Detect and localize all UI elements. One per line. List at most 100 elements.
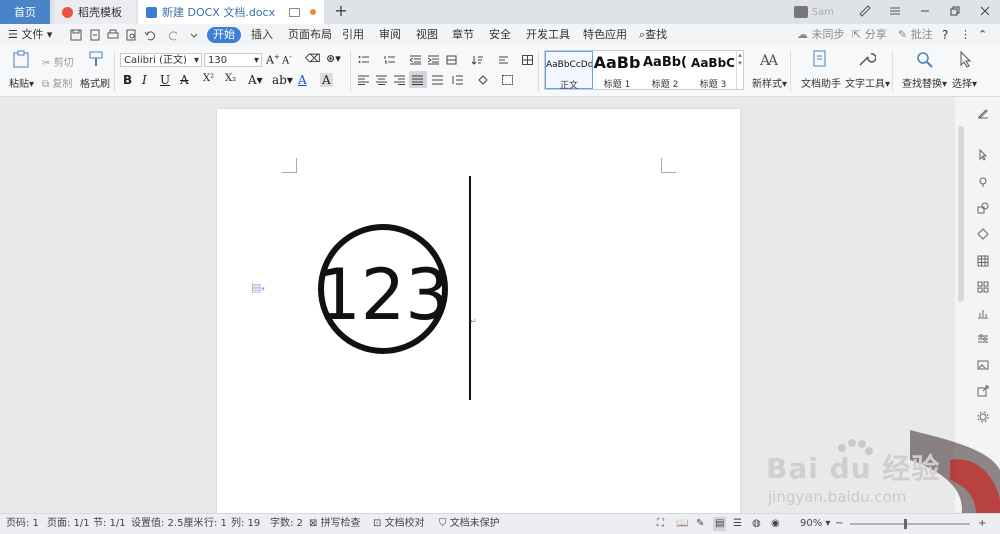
reading-mode-icon[interactable]: 📖	[676, 517, 688, 531]
find-replace-icon[interactable]	[914, 50, 934, 68]
copy-button[interactable]: ⧉ 复制	[42, 75, 72, 90]
user-name[interactable]: Sam	[812, 7, 834, 18]
text-tools-button[interactable]: 文字工具▾	[845, 75, 890, 90]
paragraph-handle-icon[interactable]: ▤▾	[251, 281, 265, 294]
doc-helper-icon[interactable]	[810, 50, 830, 68]
tab-features[interactable]: 特色应用	[583, 27, 627, 43]
status-row[interactable]: 行: 1	[204, 517, 227, 531]
pinyin-guide-icon[interactable]: ⊛▾	[326, 52, 341, 65]
paste-icon[interactable]	[11, 50, 31, 68]
outline-view-icon[interactable]: ☰	[733, 517, 742, 531]
doc-protect-button[interactable]: ⛉ 文档未保护	[439, 517, 500, 531]
char-shading-icon[interactable]: A	[320, 73, 333, 87]
help-button[interactable]: ?	[942, 27, 948, 43]
status-column[interactable]: 列: 19	[231, 517, 260, 531]
subscript-icon[interactable]: X₂	[225, 73, 236, 84]
tab-templates[interactable]: 稻壳模板	[54, 0, 136, 24]
tab-start[interactable]: 开始	[207, 27, 241, 43]
restore-button[interactable]	[940, 5, 970, 20]
apps-grid-icon[interactable]	[977, 281, 989, 293]
tab-developer[interactable]: 开发工具	[526, 27, 570, 43]
zoom-slider-handle[interactable]	[904, 519, 907, 529]
font-size-select[interactable]: 130 ▾	[204, 53, 262, 67]
font-color-icon[interactable]: A	[298, 73, 307, 87]
italic-button[interactable]: I	[142, 73, 147, 87]
show-marks-icon[interactable]	[498, 55, 509, 65]
vertical-scrollbar[interactable]	[958, 126, 964, 302]
decrease-indent-icon[interactable]	[410, 55, 421, 65]
zoom-in-button[interactable]: +	[978, 517, 986, 531]
circled-number-text[interactable]: 123	[313, 255, 453, 335]
share-button[interactable]: ⇱ 分享	[852, 27, 887, 43]
minimize-button[interactable]	[910, 5, 940, 20]
find-replace-button[interactable]: 查找替换▾	[902, 75, 947, 90]
location-icon[interactable]	[977, 176, 989, 188]
tab-document[interactable]: 新建 DOCX 文档.docx	[138, 0, 324, 24]
eye-protect-icon[interactable]: ◉	[771, 517, 780, 531]
page-view-icon[interactable]: ▤	[713, 517, 727, 531]
status-page-code[interactable]: 页码: 1	[6, 517, 39, 531]
image-icon[interactable]	[977, 359, 989, 371]
print-icon[interactable]	[107, 29, 119, 41]
increase-indent-icon[interactable]	[428, 55, 439, 65]
select-cursor-icon[interactable]	[956, 50, 976, 68]
print-preview-icon[interactable]	[125, 29, 137, 41]
style-normal[interactable]: AaBbCcDd 正文	[545, 51, 593, 91]
search-command[interactable]: ⌕查找	[639, 27, 667, 43]
share-out-icon[interactable]	[977, 385, 989, 397]
select-button[interactable]: 选择▾	[952, 75, 977, 90]
monitor-icon[interactable]	[289, 7, 300, 17]
shading-icon[interactable]	[478, 75, 489, 85]
grow-font-icon[interactable]: A+	[266, 53, 280, 67]
superscript-icon[interactable]: X²	[203, 73, 214, 84]
more-menu-icon[interactable]: ⋮	[960, 27, 971, 43]
tab-page-layout[interactable]: 页面布局	[288, 27, 332, 43]
shapes-icon[interactable]	[977, 202, 989, 214]
align-left-icon[interactable]	[358, 75, 369, 85]
zoom-level[interactable]: 90% ▾	[800, 517, 830, 531]
style-heading-2[interactable]: AaBb( 标题 2	[641, 51, 689, 90]
distributed-align-icon[interactable]	[432, 75, 443, 85]
new-tab-button[interactable]: +	[332, 2, 350, 20]
skin-icon[interactable]	[850, 4, 880, 20]
align-center-icon[interactable]	[376, 75, 387, 85]
tab-review[interactable]: 审阅	[379, 27, 401, 43]
wrench-icon[interactable]	[856, 50, 876, 68]
tab-references[interactable]: 引用	[342, 27, 364, 43]
layers-icon[interactable]	[977, 228, 989, 240]
spell-check-button[interactable]: ⊠ 拼写检查	[309, 517, 361, 531]
redo-icon[interactable]	[168, 29, 180, 41]
style-heading-3[interactable]: AaBbC 标题 3	[689, 51, 737, 90]
gear-icon[interactable]	[977, 411, 989, 423]
undo-icon[interactable]	[144, 29, 156, 41]
table-grid-icon[interactable]	[522, 55, 533, 65]
styles-scroll[interactable]: ▴ ▾	[736, 51, 743, 89]
avatar[interactable]	[793, 6, 808, 18]
table-icon[interactable]	[977, 255, 989, 267]
paste-button[interactable]: 粘贴▾	[9, 75, 34, 90]
web-view-icon[interactable]: ◍	[752, 517, 761, 531]
tab-home[interactable]: 首页	[0, 0, 50, 24]
text-effect-icon[interactable]: A▾	[248, 73, 263, 87]
doc-helper-button[interactable]: 文档助手	[801, 75, 841, 90]
close-button[interactable]	[970, 5, 1000, 20]
status-word-count[interactable]: 字数: 2	[270, 517, 303, 531]
tab-chapter[interactable]: 章节	[452, 27, 474, 43]
shrink-font-icon[interactable]: A-	[282, 53, 292, 66]
file-menu[interactable]: ☰ 文件 ▾	[8, 27, 52, 43]
settings-sliders-icon[interactable]	[977, 333, 989, 345]
chinese-layout-icon[interactable]	[446, 55, 457, 65]
doc-proof-button[interactable]: ⊡ 文档校对	[373, 517, 425, 531]
new-style-button[interactable]: 新样式▾	[752, 75, 787, 90]
write-mode-icon[interactable]: ✎	[696, 517, 704, 531]
sort-icon[interactable]	[472, 55, 483, 65]
status-page[interactable]: 页面: 1/1	[47, 517, 90, 531]
chart-icon[interactable]	[977, 307, 989, 319]
zoom-slider[interactable]	[850, 519, 970, 529]
highlight-icon[interactable]: ab▾	[272, 73, 293, 87]
borders-icon[interactable]	[502, 75, 513, 85]
format-painter-button[interactable]: 格式刷	[80, 75, 110, 90]
bold-button[interactable]: B	[123, 73, 132, 87]
tab-security[interactable]: 安全	[489, 27, 511, 43]
collapse-ribbon-icon[interactable]: ⌃	[978, 27, 987, 43]
